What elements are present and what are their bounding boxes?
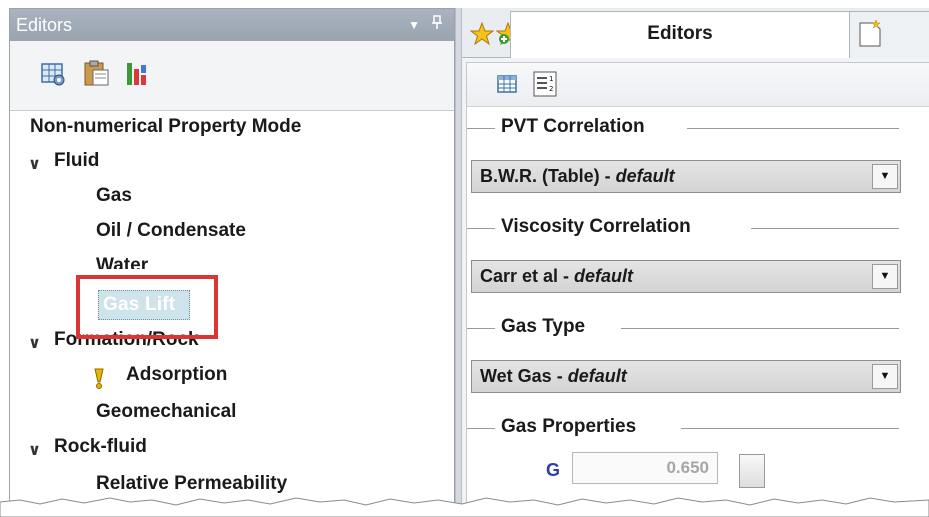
tree-header-non-numerical-property-mode[interactable]: Non-numerical Property Mode xyxy=(30,116,301,138)
pin-icon[interactable] xyxy=(432,9,442,41)
chevron-down-icon[interactable]: ∨ xyxy=(28,440,41,460)
dropdown-value: Wet Gas xyxy=(480,366,552,386)
gas-gravity-label: G xyxy=(546,460,561,480)
editors-panel-title: Editors xyxy=(16,15,73,35)
section-title: Gas Properties xyxy=(501,416,643,438)
tree-item-adsorption[interactable]: Adsorption xyxy=(126,364,227,386)
dropdown-value: B.W.R. (Table) xyxy=(480,166,600,186)
section-viscosity-correlation: Viscosity Correlation xyxy=(467,216,899,240)
tree-group-fluid[interactable]: Fluid xyxy=(54,150,99,172)
dropdown-value: Carr et al xyxy=(480,266,559,286)
section-pvt-correlation: PVT Correlation xyxy=(467,116,899,140)
section-gas-type: Gas Type xyxy=(467,316,899,340)
section-title: Gas Type xyxy=(501,316,592,338)
tree-item-gas[interactable]: Gas xyxy=(96,185,132,207)
tree-item-water[interactable]: Water xyxy=(96,255,148,269)
highlight-annotation-box xyxy=(76,275,218,339)
favorites-star-icon[interactable] xyxy=(469,21,495,51)
table-view-icon[interactable] xyxy=(497,75,517,98)
editor-content: 12 PVT Correlation B.W.R. (Table) - defa… xyxy=(462,58,929,517)
editors-panel: Editors ▼ Non-numerical Property Mode ∨ … xyxy=(9,8,455,517)
chevron-down-icon[interactable]: ∨ xyxy=(28,154,41,174)
editors-toolbar xyxy=(10,41,454,111)
section-title: Viscosity Correlation xyxy=(501,216,697,238)
chevron-down-icon[interactable]: ∨ xyxy=(28,333,41,353)
editor-form: 12 PVT Correlation B.W.R. (Table) - defa… xyxy=(466,62,929,517)
chevron-down-icon[interactable]: ▼ xyxy=(872,164,898,189)
gas-gravity-edit-button[interactable] xyxy=(739,454,765,488)
tree-item-oil-condensate[interactable]: Oil / Condensate xyxy=(96,220,246,242)
torn-edge-decoration xyxy=(0,497,929,517)
dropdown-default-suffix: default xyxy=(574,266,634,286)
chevron-down-icon[interactable]: ▼ xyxy=(872,364,898,389)
warning-exclamation-icon xyxy=(94,368,104,395)
svg-text:2: 2 xyxy=(549,85,553,93)
paste-clipboard-icon[interactable] xyxy=(82,59,110,92)
list-view-icon[interactable]: 12 xyxy=(533,71,557,102)
svg-text:1: 1 xyxy=(549,75,553,83)
dropdown-default-suffix: default xyxy=(567,366,627,386)
panel-splitter[interactable] xyxy=(455,8,462,517)
section-title: PVT Correlation xyxy=(501,116,651,138)
editor-toolbar: 12 xyxy=(467,63,929,107)
tree-item-geomechanical[interactable]: Geomechanical xyxy=(96,401,236,423)
new-document-icon[interactable] xyxy=(858,19,882,53)
tree-group-rock-fluid[interactable]: Rock-fluid xyxy=(54,436,147,458)
panel-menu-chevron-icon[interactable]: ▼ xyxy=(408,9,420,41)
chevron-down-icon[interactable]: ▼ xyxy=(872,264,898,289)
grid-settings-icon[interactable] xyxy=(40,61,66,92)
viscosity-correlation-dropdown[interactable]: Carr et al - default ▼ xyxy=(471,260,901,293)
tab-new[interactable] xyxy=(850,11,929,58)
gas-gravity-input[interactable] xyxy=(572,452,718,484)
gas-type-dropdown[interactable]: Wet Gas - default ▼ xyxy=(471,360,901,393)
bar-chart-icon[interactable] xyxy=(124,59,152,92)
editors-panel-titlebar: Editors ▼ xyxy=(10,9,454,41)
dropdown-default-suffix: default xyxy=(615,166,675,186)
tree-item-relative-permeability[interactable]: Relative Permeability xyxy=(96,473,287,495)
section-gas-properties: Gas Properties xyxy=(467,416,899,440)
editor-tab-strip: Editors xyxy=(462,8,929,58)
pvt-correlation-dropdown[interactable]: B.W.R. (Table) - default ▼ xyxy=(471,160,901,193)
tab-editors[interactable]: Editors xyxy=(510,11,850,58)
